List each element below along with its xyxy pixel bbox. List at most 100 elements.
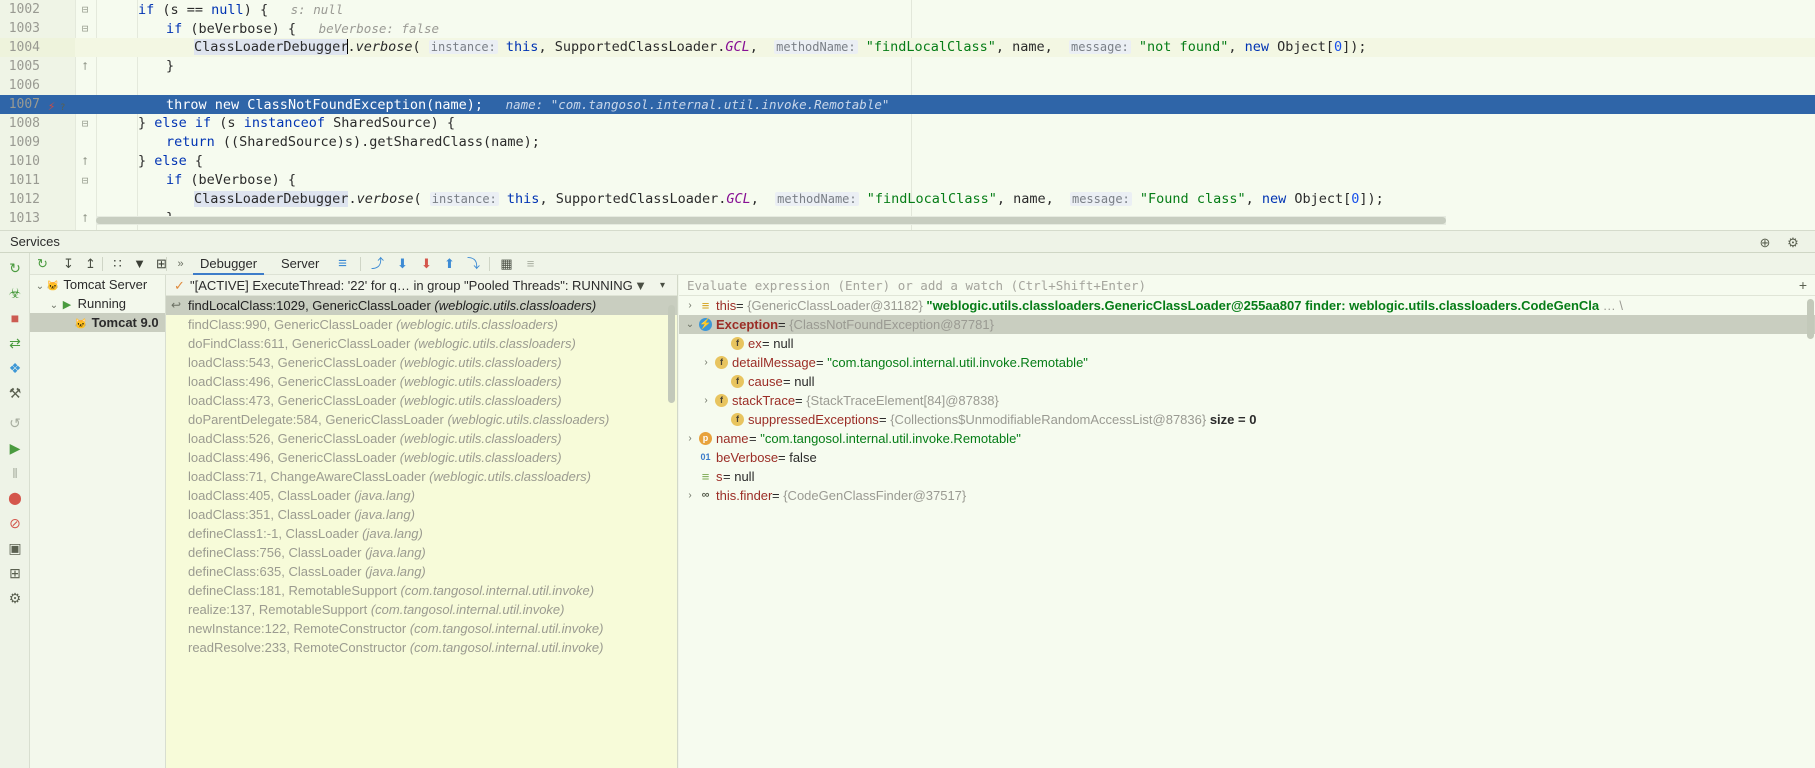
code-fold-icon[interactable]: ⊟ [76,114,94,133]
thread-filter-icon[interactable]: ▼ [634,275,647,295]
code-line[interactable]: 1012 ClassLoaderDebugger.verbose( instanc… [0,190,1815,209]
frame-item[interactable]: doFindClass:611, GenericClassLoader (web… [166,334,677,353]
code-line[interactable]: 1010 ⭡} else { [0,152,1815,171]
frame-item[interactable]: ↩ findLocalClass:1029, GenericClassLoader… [166,296,677,315]
chevron-down-icon[interactable]: ⌄ [684,315,696,334]
frames-scrollbar[interactable] [668,305,675,403]
console-icon[interactable]: ≡ [334,256,351,272]
code-fold-icon[interactable]: ⭡ [76,57,94,76]
variables-tree[interactable]: › ≡ this = {GenericClassLoader@31182} "web… [679,296,1815,505]
code-line[interactable]: 1002 ⊟ if (s == null) { s: null [0,0,1815,19]
settings-cog-icon[interactable]: ⚙ [6,589,24,607]
deploy-icon[interactable]: ❖ [6,359,24,377]
frame-item[interactable]: loadClass:496, GenericClassLoader (weblo… [166,448,677,467]
variable-row[interactable]: › ≡ this = {GenericClassLoader@31182} "web… [679,296,1815,315]
chevron-right-icon[interactable]: › [684,296,696,315]
camera-icon[interactable]: ▣ [6,539,24,557]
frames-list[interactable]: ↩ findLocalClass:1029, GenericClassLoader… [166,296,677,657]
debug-icon[interactable]: ☣ [6,284,24,302]
restart-icon[interactable]: ↺ [6,414,24,432]
variable-row[interactable]: › f stackTrace = {StackTraceElement[84]@87… [679,391,1815,410]
step-into-icon[interactable]: ⬇ [394,256,411,272]
code-line[interactable]: 1005 ⭡} [0,57,1815,76]
service-tree-item-running[interactable]: ⌄ ▶ Running [30,294,165,313]
frame-item[interactable]: doParentDelegate:584, GenericClassLoader… [166,410,677,429]
code-fold-icon[interactable]: ⊟ [76,0,94,19]
settings-gear-icon[interactable]: ⚙ [1785,235,1801,251]
code-editor[interactable]: 1002 ⊟ if (s == null) { s: null 1003 ⊟ if (be… [0,0,1815,230]
chevron-right-icon[interactable]: › [700,391,712,410]
code-line[interactable]: 1007 ⚡? throw new ClassNotFoundException(n… [0,95,1815,114]
group-icon[interactable]: ∷ [109,256,126,272]
rerun-service-icon[interactable]: ↻ [34,256,51,272]
frame-item[interactable]: loadClass:351, ClassLoader (java.lang) [166,505,677,524]
code-fold-icon[interactable]: ⊟ [76,19,94,38]
evaluate-expression-bar[interactable]: Evaluate expression (Enter) or add a wat… [679,275,1815,296]
thread-selector[interactable]: ✓ "[ACTIVE] ExecuteThread: '22' for q… i… [166,275,677,296]
evaluate-expression-input[interactable]: Evaluate expression (Enter) or add a wat… [687,275,1146,296]
frame-item[interactable]: loadClass:405, ClassLoader (java.lang) [166,486,677,505]
code-line[interactable]: 1006 [0,76,1815,95]
resume-program-icon[interactable]: ▶ [6,439,24,457]
variable-row[interactable]: › ∞ this.finder = {CodeGenClassFinder@3751… [679,486,1815,505]
frame-item[interactable]: defineClass1:-1, ClassLoader (java.lang) [166,524,677,543]
mute-breakpoints-icon[interactable]: ⊘ [6,514,24,532]
variable-row[interactable]: 01 beVerbose = false [679,448,1815,467]
attach-icon[interactable]: ⇄ [6,334,24,352]
editor-horizontal-scrollbar[interactable] [96,216,1446,225]
code-line[interactable]: 1008 ⊟} else if (s instanceof SharedSourc… [0,114,1815,133]
frame-item[interactable]: loadClass:496, GenericClassLoader (weblo… [166,372,677,391]
more-tabs-icon[interactable]: » [172,256,189,272]
variable-row[interactable]: f suppressedExceptions = {Collections$Unm… [679,410,1815,429]
step-out-icon[interactable]: ⬆ [441,256,458,272]
collapse-all-icon[interactable]: ↥ [82,256,99,272]
frames-pane[interactable]: ✓ "[ACTIVE] ExecuteThread: '22' for q… i… [166,275,678,768]
frame-item[interactable]: defineClass:756, ClassLoader (java.lang) [166,543,677,562]
frame-item[interactable]: findClass:990, GenericClassLoader (weblo… [166,315,677,334]
service-tree-item-tomcat-9-0[interactable]: 🐱 Tomcat 9.0 [30,313,165,332]
code-fold-icon[interactable]: ⊟ [76,171,94,190]
code-line[interactable]: 1003 ⊟ if (beVerbose) { beVerbose: false [0,19,1815,38]
chevron-right-icon[interactable]: › [684,486,696,505]
stop-icon[interactable]: ■ [6,309,24,327]
run-to-cursor-icon[interactable]: ⤵ [465,256,482,272]
frame-item[interactable]: defineClass:181, RemotableSupport (com.t… [166,581,677,600]
frame-item[interactable]: newInstance:122, RemoteConstructor (com.… [166,619,677,638]
layout-icon[interactable]: ⊞ [6,564,24,582]
variables-scrollbar[interactable] [1807,299,1814,339]
chevron-right-icon[interactable]: › [684,429,696,448]
pause-program-icon[interactable]: ‖ [6,464,24,482]
code-line[interactable]: 1009 return ((SharedSource)s).getSharedCl… [0,133,1815,152]
variable-row[interactable]: ⌄ ⚡ Exception = {ClassNotFoundException@87… [679,315,1815,334]
frame-item[interactable]: loadClass:473, GenericClassLoader (weblo… [166,391,677,410]
force-step-into-icon[interactable]: ⬇ [418,256,435,272]
chevron-right-icon[interactable]: › [700,353,712,372]
variable-row[interactable]: ≡ s = null [679,467,1815,486]
filter-icon[interactable]: ▼ [131,256,148,272]
chevron-down-icon[interactable]: ▾ [660,275,665,295]
target-icon[interactable]: ⊕ [1757,235,1773,251]
tab-server[interactable]: Server [274,255,326,275]
add-watch-icon[interactable]: + [1799,275,1807,296]
code-line[interactable]: 1011 ⊟ if (beVerbose) { [0,171,1815,190]
code-fold-icon[interactable]: ⭡ [76,152,94,171]
frame-item[interactable]: realize:137, RemotableSupport (com.tango… [166,600,677,619]
variable-row[interactable]: › p name = "com.tangosol.internal.util.inv… [679,429,1815,448]
services-tree[interactable]: ⌄ 🐱 Tomcat Server ⌄ ▶ Running 🐱 Tomcat 9.0 [30,275,166,768]
step-over-icon[interactable]: ⤴ [369,256,386,272]
service-tree-item-tomcat-server[interactable]: ⌄ 🐱 Tomcat Server [30,275,165,294]
settings-lines-icon[interactable]: ≡ [522,256,539,272]
frame-item[interactable]: defineClass:635, ClassLoader (java.lang) [166,562,677,581]
frame-item[interactable]: loadClass:543, GenericClassLoader (weblo… [166,353,677,372]
view-breakpoints-icon[interactable]: ⬤ [6,489,24,507]
evaluate-expression-icon[interactable]: ▦ [498,256,515,272]
expand-all-icon[interactable]: ↧ [60,256,77,272]
frame-item[interactable]: loadClass:71, ChangeAwareClassLoader (we… [166,467,677,486]
variables-pane[interactable]: Evaluate expression (Enter) or add a wat… [679,275,1815,768]
code-line[interactable]: 1004 ClassLoaderDebugger.verbose( instanc… [0,38,1815,57]
settings-wrench-icon[interactable]: ⚒ [6,384,24,402]
variable-row[interactable]: f cause = null [679,372,1815,391]
frame-item[interactable]: readResolve:233, RemoteConstructor (com.… [166,638,677,657]
frame-item[interactable]: loadClass:526, GenericClassLoader (weblo… [166,429,677,448]
code-fold-icon[interactable]: ⭡ [76,209,94,228]
